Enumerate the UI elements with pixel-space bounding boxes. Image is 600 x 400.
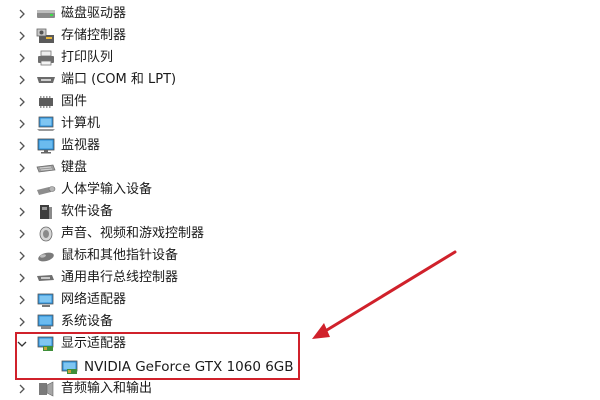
tree-item-software-devices[interactable]: 软件设备 (0, 201, 600, 223)
printer-icon (36, 49, 56, 67)
tree-item-label: 网络适配器 (61, 292, 127, 307)
chevron-right-icon[interactable] (15, 271, 29, 285)
tree-item-audio-io[interactable]: 音频输入和输出 (0, 378, 600, 400)
hid-icon (36, 181, 56, 199)
port-icon (36, 71, 56, 89)
keyboard-icon (36, 159, 56, 177)
tree-item-computer[interactable]: 计算机 (0, 113, 600, 135)
tree-item-label: 系统设备 (61, 314, 114, 329)
chevron-right-icon[interactable] (15, 205, 29, 219)
system-device-icon (36, 313, 56, 331)
chevron-right-icon[interactable] (15, 117, 29, 131)
tree-item-label: 存储控制器 (61, 28, 127, 43)
tree-item-hid[interactable]: 人体学输入设备 (0, 179, 600, 201)
chevron-right-icon[interactable] (15, 227, 29, 241)
tree-item-label: 监视器 (61, 138, 101, 153)
tree-item-keyboards[interactable]: 键盘 (0, 157, 600, 179)
tree-item-disk-drives[interactable]: 磁盘驱动器 (0, 3, 600, 25)
tree-item-system-devices[interactable]: 系统设备 (0, 311, 600, 333)
tree-item-label: 磁盘驱动器 (61, 6, 127, 21)
speaker-icon (36, 225, 56, 243)
chevron-right-icon[interactable] (15, 73, 29, 87)
tree-item-network-adapters[interactable]: 网络适配器 (0, 289, 600, 311)
disk-drive-icon (36, 5, 56, 23)
tree-item-firmware[interactable]: 固件 (0, 91, 600, 113)
tree-item-sound-video-game[interactable]: 声音、视频和游戏控制器 (0, 223, 600, 245)
mouse-icon (36, 247, 56, 265)
tree-item-label: 通用串行总线控制器 (61, 270, 179, 285)
chevron-right-icon[interactable] (15, 7, 29, 21)
chevron-right-icon[interactable] (15, 95, 29, 109)
tree-item-label: 鼠标和其他指针设备 (61, 248, 179, 263)
chevron-right-icon[interactable] (15, 161, 29, 175)
chevron-right-icon[interactable] (15, 293, 29, 307)
network-adapter-icon (36, 291, 56, 309)
tree-item-label: 软件设备 (61, 204, 114, 219)
tree-item-monitors[interactable]: 监视器 (0, 135, 600, 157)
firmware-icon (36, 93, 56, 111)
tree-item-label: 端口 (COM 和 LPT) (61, 72, 177, 87)
chevron-right-icon[interactable] (15, 382, 29, 396)
usb-icon (36, 269, 56, 287)
audio-io-icon (36, 380, 56, 398)
chevron-right-icon[interactable] (15, 51, 29, 65)
software-device-icon (36, 203, 56, 221)
tree-item-print-queues[interactable]: 打印队列 (0, 47, 600, 69)
chevron-right-icon[interactable] (15, 29, 29, 43)
highlight-box (15, 332, 300, 380)
tree-item-ports[interactable]: 端口 (COM 和 LPT) (0, 69, 600, 91)
tree-item-mice[interactable]: 鼠标和其他指针设备 (0, 245, 600, 267)
chevron-right-icon[interactable] (15, 183, 29, 197)
tree-item-label: 打印队列 (61, 50, 114, 65)
tree-item-label: 键盘 (61, 160, 88, 175)
tree-item-label: 计算机 (61, 116, 101, 131)
tree-item-storage-controllers[interactable]: 存储控制器 (0, 25, 600, 47)
tree-item-usb-controllers[interactable]: 通用串行总线控制器 (0, 267, 600, 289)
monitor-icon (36, 137, 56, 155)
tree-item-label: 声音、视频和游戏控制器 (61, 226, 205, 241)
tree-item-label: 人体学输入设备 (61, 182, 153, 197)
tree-item-label: 固件 (61, 94, 88, 109)
chevron-right-icon[interactable] (15, 249, 29, 263)
chevron-right-icon[interactable] (15, 139, 29, 153)
tree-item-label: 音频输入和输出 (61, 381, 153, 396)
storage-controller-icon (36, 27, 56, 45)
chevron-right-icon[interactable] (15, 315, 29, 329)
computer-icon (36, 115, 56, 133)
